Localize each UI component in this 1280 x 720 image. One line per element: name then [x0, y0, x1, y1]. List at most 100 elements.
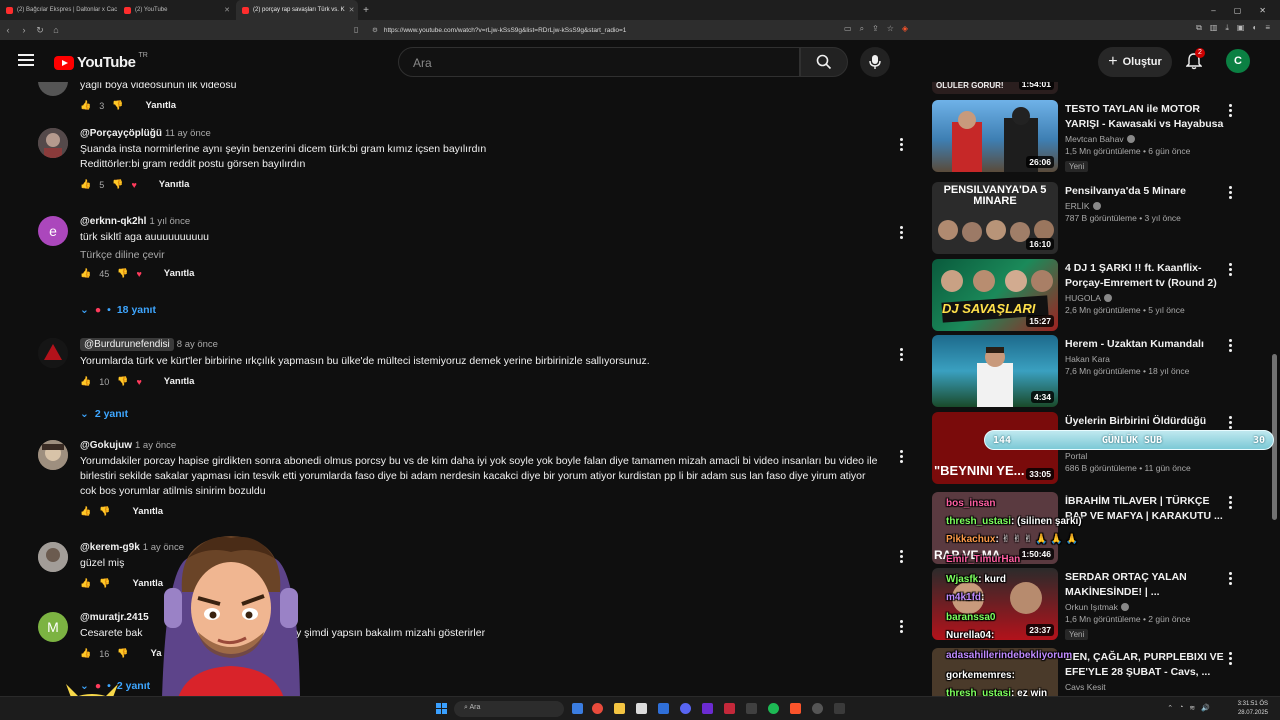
avatar[interactable]: M: [38, 612, 68, 642]
brave-shield-icon[interactable]: ◈: [902, 24, 908, 34]
share-icon[interactable]: ⇪: [872, 24, 879, 34]
sidebar-icon[interactable]: ▥: [1210, 23, 1218, 33]
video-thumbnail[interactable]: 26:06: [932, 100, 1058, 172]
dislike-icon[interactable]: 👎: [112, 100, 123, 111]
account-avatar[interactable]: C: [1226, 49, 1250, 73]
wifi-icon[interactable]: ≋: [1189, 704, 1195, 712]
menu-icon[interactable]: ≡: [1265, 23, 1270, 33]
browser-tab[interactable]: (2) Bağcılar Ekspres | Daltonlar x Cac ✕: [0, 0, 118, 20]
reply-button[interactable]: Yanıtla: [164, 376, 195, 387]
video-item[interactable]: PENSILVANYA'DA 5 MINARE 16:10 Pensilvany…: [932, 182, 1254, 256]
video-title[interactable]: TESTO TAYLAN ile MOTOR YARIŞI - Kawasaki…: [1065, 102, 1225, 132]
dislike-icon[interactable]: 👎: [117, 268, 128, 279]
translate-link[interactable]: Türkçe diline çevir: [80, 249, 880, 261]
download-icon[interactable]: ⤓: [1225, 23, 1229, 33]
wallet-icon[interactable]: ▣: [1237, 23, 1245, 33]
comment-author[interactable]: @muratjr.2415: [80, 612, 149, 623]
voice-search-button[interactable]: [860, 47, 890, 77]
channel-name[interactable]: Hakan Kara: [1065, 354, 1110, 364]
like-icon[interactable]: 👍: [80, 268, 91, 279]
dislike-icon[interactable]: 👎: [117, 648, 128, 659]
comment-menu-icon[interactable]: [900, 550, 904, 565]
forward-icon[interactable]: ›: [16, 25, 32, 35]
hamburger-menu-icon[interactable]: [18, 54, 34, 69]
video-menu-icon[interactable]: [1229, 416, 1232, 431]
spotify-icon[interactable]: [768, 703, 779, 714]
comment-menu-icon[interactable]: [900, 620, 904, 635]
app-icon[interactable]: [702, 703, 713, 714]
browser-tab[interactable]: (2) YouTube ✕: [118, 0, 236, 20]
like-icon[interactable]: 👍: [80, 100, 91, 111]
dislike-icon[interactable]: 👎: [117, 376, 128, 387]
comment-date[interactable]: 1 yıl önce: [149, 216, 190, 227]
like-icon[interactable]: 👍: [80, 578, 91, 589]
channel-name[interactable]: Portal: [1065, 451, 1087, 461]
video-thumbnail[interactable]: 4:34: [932, 335, 1058, 407]
taskbar-clock[interactable]: 3:31:51 ÖS 28.07.2025: [1238, 700, 1268, 718]
comment-author[interactable]: @Gokujuw: [80, 440, 132, 451]
avatar[interactable]: [38, 440, 68, 470]
video-item[interactable]: DJ SAVAŞLARI 15:27 4 DJ 1 ŞARKI !! ft. K…: [932, 259, 1254, 333]
avatar[interactable]: [38, 82, 68, 96]
zoom-icon[interactable]: ⌕: [860, 24, 864, 34]
network-icon[interactable]: ◔: [1179, 704, 1183, 712]
avatar[interactable]: [38, 542, 68, 572]
comment-menu-icon[interactable]: [900, 138, 904, 153]
bookmark-icon[interactable]: ▯: [354, 25, 358, 34]
video-thumbnail[interactable]: PENSILVANYA'DA 5 MINARE 16:10: [932, 182, 1058, 254]
maximize-icon[interactable]: ▢: [1234, 6, 1242, 15]
dislike-icon[interactable]: 👎: [112, 179, 123, 190]
comment-menu-icon[interactable]: [900, 348, 904, 363]
video-thumbnail[interactable]: ÖLÜLER GÖRÜR! 1:54:01: [932, 82, 1058, 94]
channel-name[interactable]: HUGOLA: [1065, 293, 1101, 303]
site-settings-icon[interactable]: ⚙: [372, 26, 378, 34]
chrome-icon[interactable]: [592, 703, 603, 714]
channel-name[interactable]: Mevtcan Bahav: [1065, 134, 1124, 144]
obs-icon[interactable]: [834, 703, 845, 714]
back-icon[interactable]: ‹: [0, 25, 16, 35]
minimize-icon[interactable]: –: [1211, 6, 1215, 15]
discord-icon[interactable]: [680, 703, 691, 714]
app-icon[interactable]: [724, 703, 735, 714]
extensions-icon[interactable]: ⧉: [1196, 23, 1202, 33]
windows-start-icon[interactable]: [436, 703, 447, 714]
video-menu-icon[interactable]: [1229, 104, 1232, 119]
video-title[interactable]: Üyelerin Birbirini Öldürdüğü: [1065, 414, 1225, 429]
search-button[interactable]: [800, 47, 848, 77]
close-tab-icon[interactable]: ✕: [349, 6, 355, 14]
chevron-up-icon[interactable]: ⌃: [1167, 704, 1173, 712]
profile-icon[interactable]: ◐: [1252, 23, 1257, 33]
home-icon[interactable]: ⌂: [48, 25, 64, 35]
install-icon[interactable]: ▭: [844, 24, 852, 34]
comment-date[interactable]: 8 ay önce: [177, 339, 218, 350]
video-title[interactable]: Herem - Uzaktan Kumandalı: [1065, 337, 1225, 352]
video-thumbnail[interactable]: DJ SAVAŞLARI 15:27: [932, 259, 1058, 331]
like-icon[interactable]: 👍: [80, 648, 91, 659]
comment-author[interactable]: @Burdurunefendisi: [80, 338, 174, 351]
notepad-icon[interactable]: [636, 703, 647, 714]
reply-button[interactable]: Yanıtla: [164, 268, 195, 279]
view-replies-button[interactable]: ⌄ 2 yanıt: [80, 408, 128, 420]
youtube-logo[interactable]: YouTube TR: [54, 52, 148, 71]
comment-date[interactable]: 1 ay önce: [135, 440, 176, 451]
address-bar[interactable]: ⚙ https://www.youtube.com/watch?v=rLjw-k…: [372, 23, 912, 37]
comment-author[interactable]: @erknn-qk2hl: [80, 216, 146, 227]
video-menu-icon[interactable]: [1229, 339, 1232, 354]
brave-icon[interactable]: [790, 703, 801, 714]
create-button[interactable]: + Oluştur: [1098, 47, 1172, 77]
task-view-icon[interactable]: [572, 703, 583, 714]
video-item[interactable]: 4:34 Herem - Uzaktan Kumandalı Hakan Kar…: [932, 335, 1254, 409]
search-input[interactable]: Ara: [398, 47, 800, 77]
star-icon[interactable]: ☆: [887, 24, 894, 34]
app-icon[interactable]: [812, 703, 823, 714]
browser-tab-active[interactable]: (2) porçay rap savaşları Türk vs. K ✕: [236, 0, 358, 20]
reply-button[interactable]: Yanıtla: [132, 506, 163, 517]
dislike-icon[interactable]: 👎: [99, 578, 110, 589]
close-tab-icon[interactable]: ✕: [224, 6, 230, 14]
notifications-button[interactable]: 2: [1185, 48, 1205, 75]
comment-menu-icon[interactable]: [900, 450, 904, 465]
view-replies-button[interactable]: ⌄ ● • 18 yanıt: [80, 304, 156, 316]
reply-button[interactable]: Yanıtla: [159, 179, 190, 190]
volume-icon[interactable]: 🔊: [1201, 704, 1210, 712]
video-item[interactable]: 26:06 TESTO TAYLAN ile MOTOR YARIŞI - Ka…: [932, 100, 1254, 174]
